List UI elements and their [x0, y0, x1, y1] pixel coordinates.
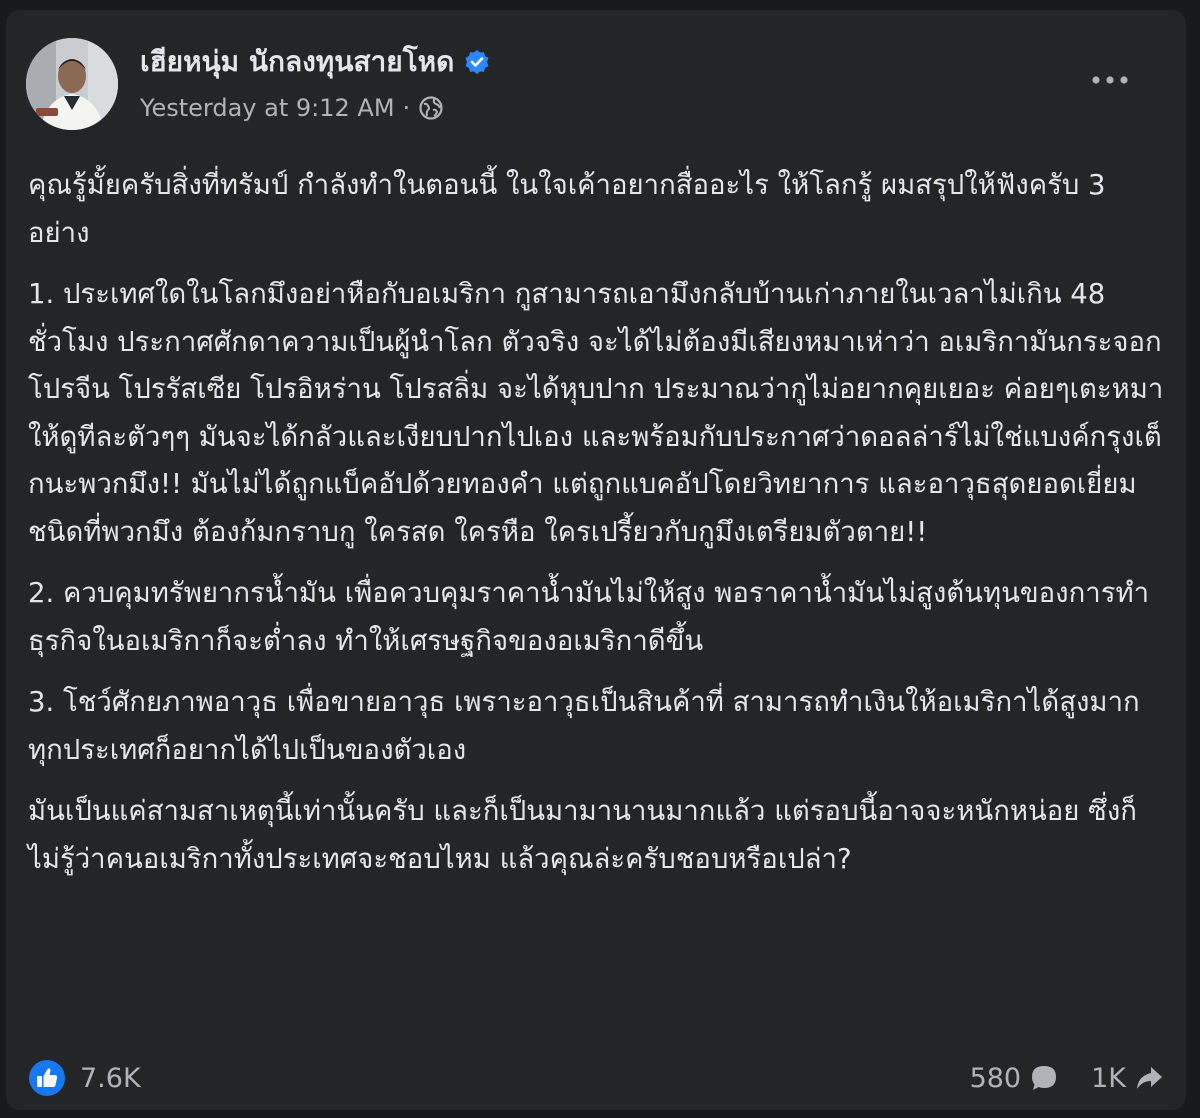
- globe-icon[interactable]: [418, 95, 444, 121]
- meta-separator: ·: [402, 94, 411, 122]
- post-paragraph: 3. โชว์ศักยภาพอาวุธ เพื่อขายอาวุธ เพราะอ…: [28, 686, 1140, 766]
- shares-count: 1K: [1091, 1062, 1126, 1094]
- post-paragraph: มันเป็นแค่สามสาเหตุนี้เท่านั้นครับ และก็…: [28, 795, 1137, 875]
- verified-badge-icon: [464, 49, 490, 75]
- post-header: เฮียหนุ่ม นักลงทุนสายโหด: [140, 44, 490, 80]
- post-timestamp[interactable]: Yesterday at 9:12 AM: [140, 92, 395, 124]
- reactions-count: 7.6K: [80, 1062, 141, 1094]
- comments-count-link[interactable]: 580: [970, 1063, 1060, 1094]
- share-icon: [1134, 1063, 1164, 1093]
- post-paragraph: 1. ประเทศใดในโลกมึงอย่าหือกับอเมริกา กูส…: [28, 278, 1164, 548]
- post-paragraph: 2. ควบคุมทรัพยากรน้ำมัน เพื่อควบคุมราคาน…: [28, 577, 1150, 657]
- avatar-photo: [26, 38, 118, 130]
- post-card: เฮียหนุ่ม นักลงทุนสายโหด Yesterday at 9:…: [6, 10, 1186, 1110]
- engagement-stats: 580 1K: [970, 1063, 1164, 1094]
- post-body: คุณรู้มั้ยครับสิ่งที่ทรัมป์ กำลังทำในตอน…: [28, 162, 1168, 897]
- more-options-button[interactable]: [1082, 62, 1138, 98]
- author-avatar[interactable]: [26, 38, 118, 130]
- post-meta: Yesterday at 9:12 AM ·: [140, 92, 444, 124]
- reactions-summary[interactable]: 7.6K: [28, 1059, 141, 1097]
- comment-icon: [1029, 1063, 1059, 1093]
- author-name[interactable]: เฮียหนุ่ม นักลงทุนสายโหด: [140, 44, 454, 80]
- post-footer: 7.6K 580 1K: [28, 1054, 1164, 1102]
- like-icon: [28, 1059, 66, 1097]
- post-paragraph: คุณรู้มั้ยครับสิ่งที่ทรัมป์ กำลังทำในตอน…: [28, 169, 1106, 249]
- shares-count-link[interactable]: 1K: [1091, 1063, 1164, 1094]
- more-options-icon: [1092, 76, 1128, 84]
- comments-count: 580: [969, 1062, 1022, 1094]
